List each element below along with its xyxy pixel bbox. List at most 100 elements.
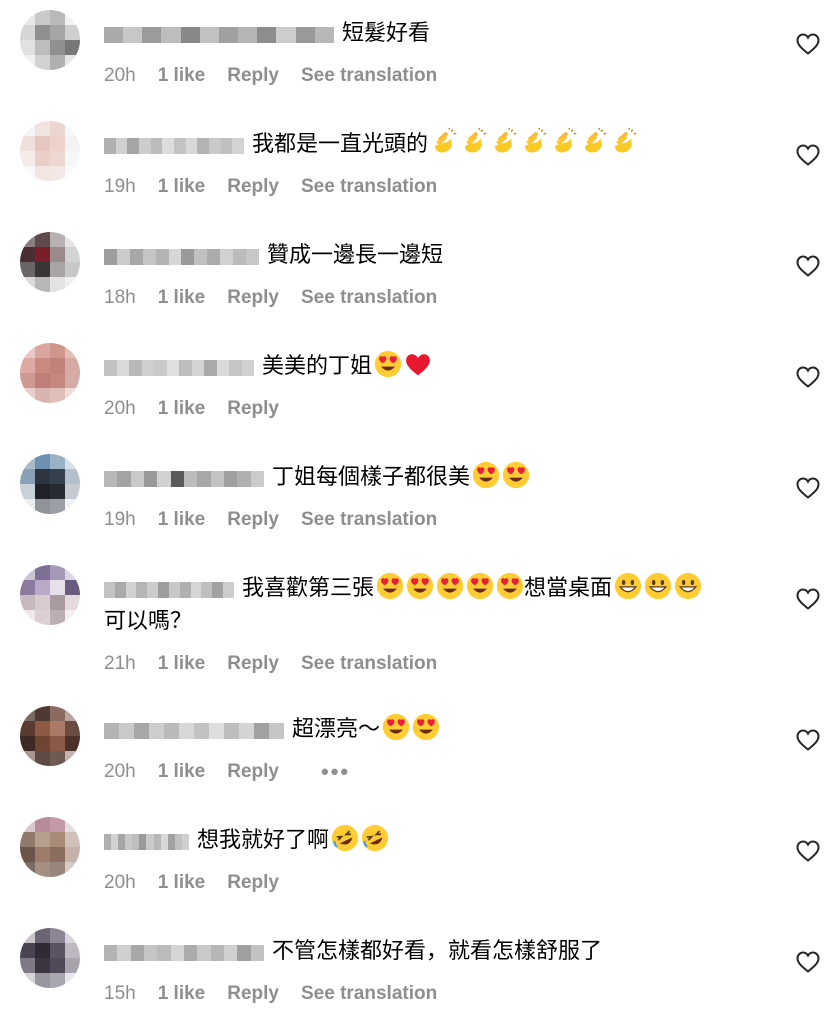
reply-button[interactable]: Reply xyxy=(227,509,279,531)
clap-emoji-icon xyxy=(580,128,608,156)
see-translation-button[interactable]: See translation xyxy=(301,65,437,87)
comment-body: 美美的丁姐 xyxy=(262,354,373,379)
timestamp: 21h xyxy=(104,653,136,674)
reply-button[interactable]: Reply xyxy=(227,983,279,1005)
more-options-icon[interactable]: ••• xyxy=(321,759,350,785)
comment-meta: 20h 1 like Reply See translation xyxy=(104,63,437,89)
comment-text: 美美的丁姐 xyxy=(262,350,432,383)
like-count[interactable]: 1 like xyxy=(158,65,206,87)
heart-eyes-emoji-icon xyxy=(406,572,434,600)
username-redacted[interactable] xyxy=(104,573,234,607)
reply-button[interactable]: Reply xyxy=(227,761,279,783)
see-translation-button[interactable]: See translation xyxy=(301,176,437,198)
heart-outline-icon[interactable] xyxy=(796,366,820,388)
clap-emoji-icon xyxy=(460,128,488,156)
timestamp: 18h xyxy=(104,287,136,308)
like-count[interactable]: 1 like xyxy=(158,872,206,894)
like-count[interactable]: 1 like xyxy=(158,653,206,675)
comment-meta: 21h 1 like Reply See translation xyxy=(104,651,437,677)
avatar[interactable] xyxy=(20,817,80,877)
like-count[interactable]: 1 like xyxy=(158,983,206,1005)
see-translation-button[interactable]: See translation xyxy=(301,287,437,309)
comment-meta: 18h 1 like Reply See translation xyxy=(104,285,437,311)
comment-body-line2: 可以嗎？ xyxy=(104,609,193,634)
avatar[interactable] xyxy=(20,121,80,181)
comment-row: 超漂亮～ 20h 1 like Reply ••• xyxy=(0,696,836,807)
grin-emoji-icon xyxy=(644,572,672,600)
like-count[interactable]: 1 like xyxy=(158,509,206,531)
reply-button[interactable]: Reply xyxy=(227,65,279,87)
avatar[interactable] xyxy=(20,928,80,988)
clap-emoji-icon xyxy=(430,128,458,156)
comment-meta: 15h 1 like Reply See translation xyxy=(104,981,437,1007)
username-redacted[interactable] xyxy=(104,936,264,970)
comment-meta: 19h 1 like Reply See translation xyxy=(104,507,437,533)
comment-text: 短髮好看 xyxy=(342,17,430,50)
heart-outline-icon[interactable] xyxy=(796,729,820,751)
heart-outline-icon[interactable] xyxy=(796,477,820,499)
timestamp: 20h xyxy=(104,65,136,86)
comment-row: 贊成一邊長一邊短 18h 1 like Reply See translation xyxy=(0,222,836,333)
comment-row: 美美的丁姐 20h 1 like Reply xyxy=(0,333,836,444)
username-redacted[interactable] xyxy=(104,129,244,163)
comment-body-continued: 想當桌面 xyxy=(524,576,613,601)
timestamp: 15h xyxy=(104,983,136,1004)
heart-outline-icon[interactable] xyxy=(796,588,820,610)
clap-emoji-icon xyxy=(550,128,578,156)
avatar[interactable] xyxy=(20,565,80,625)
username-redacted[interactable] xyxy=(104,351,254,385)
rofl-emoji-icon xyxy=(361,824,389,852)
like-count[interactable]: 1 like xyxy=(158,176,206,198)
username-redacted[interactable] xyxy=(104,18,334,52)
comment-row: 想我就好了啊 20h 1 like Reply xyxy=(0,807,836,918)
comment-body: 贊成一邊長一邊短 xyxy=(267,243,444,268)
heart-eyes-emoji-icon xyxy=(436,572,464,600)
see-translation-button[interactable]: See translation xyxy=(301,509,437,531)
reply-button[interactable]: Reply xyxy=(227,176,279,198)
avatar[interactable] xyxy=(20,454,80,514)
avatar[interactable] xyxy=(20,343,80,403)
like-count[interactable]: 1 like xyxy=(158,761,206,783)
timestamp: 19h xyxy=(104,509,136,530)
heart-eyes-emoji-icon xyxy=(382,713,410,741)
heart-outline-icon[interactable] xyxy=(796,144,820,166)
clap-emoji-icon xyxy=(610,128,638,156)
clap-emoji-icon xyxy=(490,128,518,156)
avatar[interactable] xyxy=(20,232,80,292)
grin-emoji-icon xyxy=(674,572,702,600)
heart-outline-icon[interactable] xyxy=(796,33,820,55)
reply-button[interactable]: Reply xyxy=(227,398,279,420)
heart-outline-icon[interactable] xyxy=(796,255,820,277)
see-translation-button[interactable]: See translation xyxy=(301,983,437,1005)
see-translation-button[interactable]: See translation xyxy=(301,653,437,675)
comment-text: 想我就好了啊 xyxy=(197,824,389,857)
grin-emoji-icon xyxy=(614,572,642,600)
comment-meta: 20h 1 like Reply ••• xyxy=(104,759,350,785)
comment-text: 不管怎樣都好看，就看怎樣舒服了 xyxy=(272,935,602,968)
comment-meta: 19h 1 like Reply See translation xyxy=(104,174,437,200)
username-redacted[interactable] xyxy=(104,240,259,274)
like-count[interactable]: 1 like xyxy=(158,287,206,309)
heart-outline-icon[interactable] xyxy=(796,951,820,973)
comment-row: 不管怎樣都好看，就看怎樣舒服了 15h 1 like Reply See transla… xyxy=(0,918,836,1029)
comment-text: 我都是一直光頭的 xyxy=(252,128,638,161)
comment-body: 丁姐每個樣子都很美 xyxy=(272,465,471,490)
reply-button[interactable]: Reply xyxy=(227,287,279,309)
username-redacted[interactable] xyxy=(104,714,284,748)
like-count[interactable]: 1 like xyxy=(158,398,206,420)
heart-eyes-emoji-icon xyxy=(376,572,404,600)
avatar[interactable] xyxy=(20,706,80,766)
heart-eyes-emoji-icon xyxy=(502,461,530,489)
heart-eyes-emoji-icon xyxy=(466,572,494,600)
timestamp: 20h xyxy=(104,761,136,782)
reply-button[interactable]: Reply xyxy=(227,872,279,894)
comment-body: 不管怎樣都好看，就看怎樣舒服了 xyxy=(272,939,603,964)
heart-outline-icon[interactable] xyxy=(796,840,820,862)
avatar[interactable] xyxy=(20,10,80,70)
comment-row: 我都是一直光頭的 19h 1 like Reply See translation xyxy=(0,111,836,222)
timestamp: 20h xyxy=(104,398,136,419)
username-redacted[interactable] xyxy=(104,462,264,496)
username-redacted[interactable] xyxy=(104,825,189,859)
reply-button[interactable]: Reply xyxy=(227,653,279,675)
timestamp: 20h xyxy=(104,872,136,893)
